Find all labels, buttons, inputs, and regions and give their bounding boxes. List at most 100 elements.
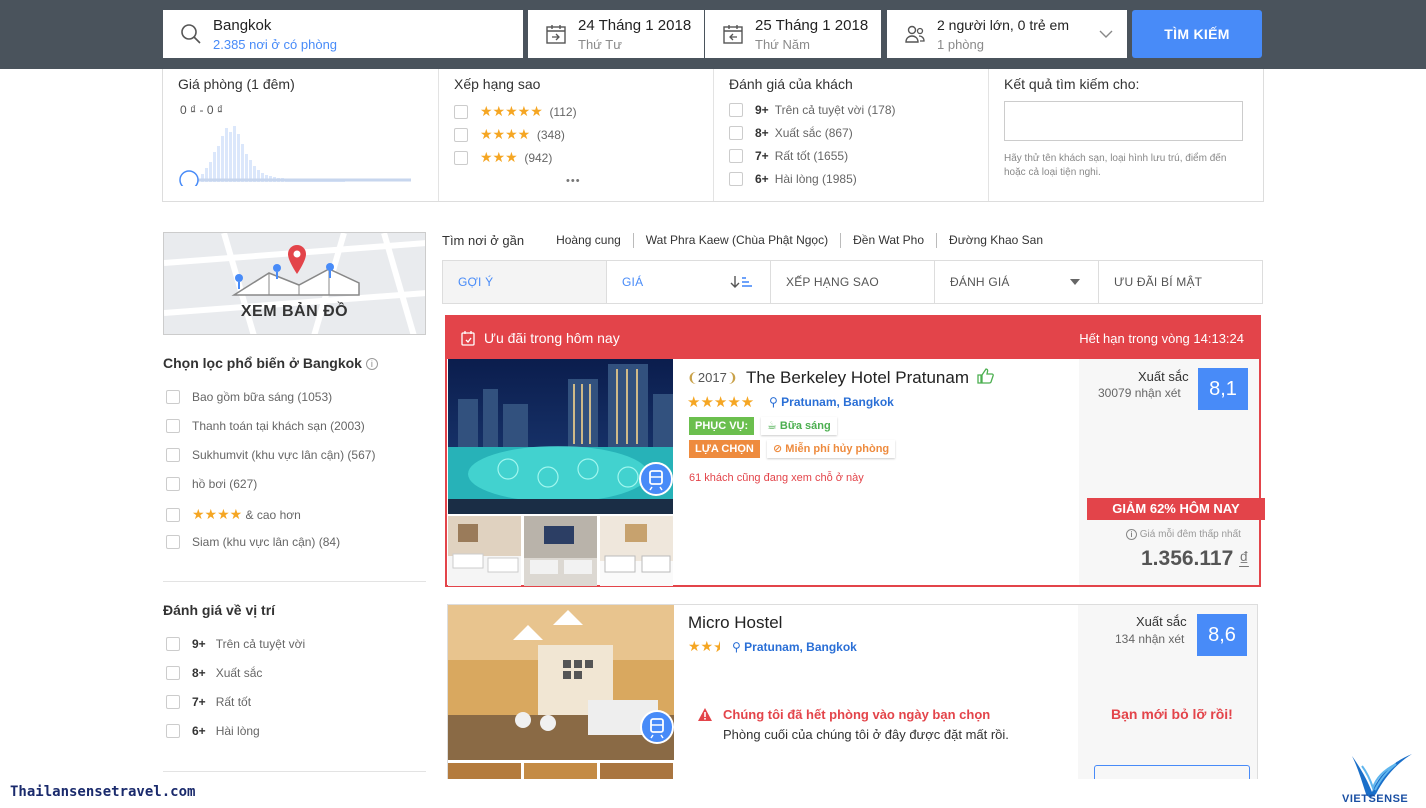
hotel-thumbnail[interactable] [448, 763, 521, 779]
location-rating-item[interactable]: 8+ Xuất sắc [166, 666, 262, 680]
review-count[interactable]: 30079 nhận xét [1098, 386, 1181, 400]
text-search-filter: Kết quả tìm kiếm cho: Hãy thử tên khách … [989, 69, 1263, 201]
count: (112) [549, 104, 577, 119]
popular-filter-item[interactable]: Bao gồm bữa sáng (1053) [166, 390, 332, 404]
thumbs-up-icon [977, 368, 994, 384]
destination-value: Bangkok [213, 17, 272, 34]
guest-rating-item[interactable]: 7+ Rất tốt (1655) [729, 149, 848, 163]
label: Rất tốt (1655) [774, 149, 849, 163]
tab-review-score[interactable]: ĐÁNH GIÁ [935, 261, 1099, 303]
hotel-location[interactable]: ⚲ Pratunam, Bangkok [769, 395, 894, 409]
landmark-link[interactable]: Wat Phra Kaew (Chùa Phật Ngọc) [634, 233, 842, 248]
checkbox[interactable] [454, 150, 468, 165]
tab-recommended[interactable]: GỢI Ý [443, 261, 607, 303]
star-filter-item[interactable]: ★★★★ (348) [454, 126, 565, 143]
tab-secret-deals[interactable]: ƯU ĐÃI BÍ MẬT [1099, 261, 1262, 303]
label: & cao hơn [245, 507, 301, 522]
price-slider-handle[interactable] [179, 170, 199, 186]
discount-badge: GIẢM 62% HÔM NAY [1087, 498, 1265, 520]
breakfast-badge: ☕ Bữa sáng [761, 417, 837, 435]
popular-filter-item[interactable]: Thanh toán tại khách sạn (2003) [166, 419, 365, 433]
landmark-link[interactable]: Đường Khao San [937, 233, 1055, 248]
star-filter-item[interactable]: ★★★★★ (112) [454, 103, 577, 120]
score: 7+ [755, 149, 769, 163]
hotel-photo[interactable] [448, 359, 673, 514]
checkbox[interactable] [166, 448, 180, 462]
tab-price[interactable]: GIÁ [607, 261, 771, 303]
search-bar: Bangkok 2.385 nơi ở có phòng 24 Tháng 1 … [0, 0, 1426, 69]
chevron-down-icon [1099, 30, 1113, 38]
landmark-link[interactable]: Hoàng cung [544, 233, 634, 248]
hotel-name[interactable]: The Berkeley Hotel Pratunam [746, 368, 969, 388]
hotel-thumbnail[interactable] [524, 763, 597, 779]
hotel-stars: ★★★ [688, 638, 720, 656]
popular-filter-item[interactable]: Siam (khu vực lân cận) (84) [166, 535, 340, 549]
hotel-price[interactable]: 1.356.117 ₫ [1141, 547, 1249, 571]
info-icon: i [1126, 529, 1137, 540]
checkout-day: Thứ Năm [755, 37, 810, 52]
info-icon[interactable]: i [365, 358, 378, 371]
notify-button[interactable] [1094, 765, 1250, 779]
location-rating-item[interactable]: 9+ Trên cả tuyệt vời [166, 637, 305, 651]
hostel-lobby-image [448, 605, 674, 760]
checkbox[interactable] [166, 507, 180, 522]
deal-title: Ưu đãi trong hôm nay [484, 330, 620, 346]
location-rating-item[interactable]: 7+ Rất tốt [166, 695, 251, 709]
popular-filter-item[interactable]: Sukhumvit (khu vực lân cận) (567) [166, 448, 375, 462]
filter-strip: Giá phòng (1 đêm) 0 ₫ - 0 ₫ Xếp hạng sao… [162, 69, 1264, 202]
more-options-button[interactable]: ••• [566, 175, 581, 187]
hotel-photo[interactable] [448, 605, 674, 760]
guests-field[interactable]: 2 người lớn, 0 trẻ em 1 phòng [887, 10, 1127, 58]
checkbox[interactable] [166, 666, 180, 680]
guest-rating-item[interactable]: 8+ Xuất sắc (867) [729, 126, 853, 140]
hotel-name[interactable]: Micro Hostel [688, 613, 782, 633]
checkbox[interactable] [166, 477, 180, 491]
star-filter-item[interactable]: ★★★ (942) [454, 149, 552, 166]
checkbox[interactable] [454, 127, 468, 142]
score: 9+ [755, 103, 769, 117]
tab-star-rating[interactable]: XẾP HẠNG SAO [771, 261, 935, 303]
guest-rating-item[interactable]: 9+ Trên cả tuyệt vời (178) [729, 103, 896, 117]
landmark-link[interactable]: Đền Wat Pho [841, 233, 938, 248]
checkin-day: Thứ Tư [578, 37, 622, 52]
guest-rating-item[interactable]: 6+ Hài lòng (1985) [729, 172, 857, 186]
checkbox[interactable] [729, 149, 743, 163]
checkbox[interactable] [166, 724, 180, 738]
hotel-card[interactable]: Micro Hostel ★★★ ⚲ Pratunam, Bangkok Chú… [447, 604, 1258, 779]
star-rating: ★★★★★ [480, 103, 543, 119]
checkbox[interactable] [729, 126, 743, 140]
hotel-card-deal[interactable]: Ưu đãi trong hôm nay Hết hạn trong vòng … [445, 315, 1265, 587]
checkbox[interactable] [729, 172, 743, 186]
view-map-label: XEM BẢN ĐỒ [240, 303, 349, 320]
review-count[interactable]: 134 nhận xét [1115, 632, 1184, 646]
hotel-location[interactable]: ⚲ Pratunam, Bangkok [732, 640, 857, 654]
viewers-notice: 61 khách cũng đang xem chỗ ở này [689, 472, 864, 484]
guest-rating-title: Đánh giá của khách [729, 76, 853, 92]
price-range: 0 ₫ - 0 ₫ [180, 103, 223, 117]
search-button[interactable]: TÌM KIẾM [1132, 10, 1262, 58]
hotel-thumbnail[interactable] [600, 516, 673, 586]
checkbox[interactable] [454, 104, 468, 119]
hotel-thumbnail[interactable] [524, 516, 597, 586]
checkin-field[interactable]: 24 Tháng 1 2018 Thứ Tư [528, 10, 704, 58]
popular-filter-item[interactable]: hồ bơi (627) [166, 477, 257, 491]
checkin-date: 24 Tháng 1 2018 [578, 17, 692, 34]
checkbox[interactable] [166, 390, 180, 404]
checkbox[interactable] [166, 419, 180, 433]
calendar-checkin-icon [546, 25, 566, 44]
checkbox[interactable] [166, 637, 180, 651]
checkbox[interactable] [729, 103, 743, 117]
location-rating-item[interactable]: 6+ Hài lòng [166, 724, 260, 738]
destination-field[interactable]: Bangkok 2.385 nơi ở có phòng [163, 10, 523, 58]
price-note: i Giá mỗi đêm thấp nhất [1126, 529, 1241, 540]
checkbox[interactable] [166, 695, 180, 709]
price-note-text: Giá mỗi đêm thấp nhất [1139, 529, 1241, 540]
hotel-thumbnail[interactable] [448, 516, 521, 586]
label: Hài lòng (1985) [774, 172, 857, 186]
text-search-input[interactable] [1004, 101, 1243, 141]
checkbox[interactable] [166, 535, 180, 549]
view-map-button[interactable]: XEM BẢN ĐỒ [163, 232, 426, 335]
popular-filter-item[interactable]: ★★★★ & cao hơn [166, 506, 301, 523]
hotel-thumbnail[interactable] [600, 763, 673, 779]
checkout-field[interactable]: 25 Tháng 1 2018 Thứ Năm [705, 10, 881, 58]
